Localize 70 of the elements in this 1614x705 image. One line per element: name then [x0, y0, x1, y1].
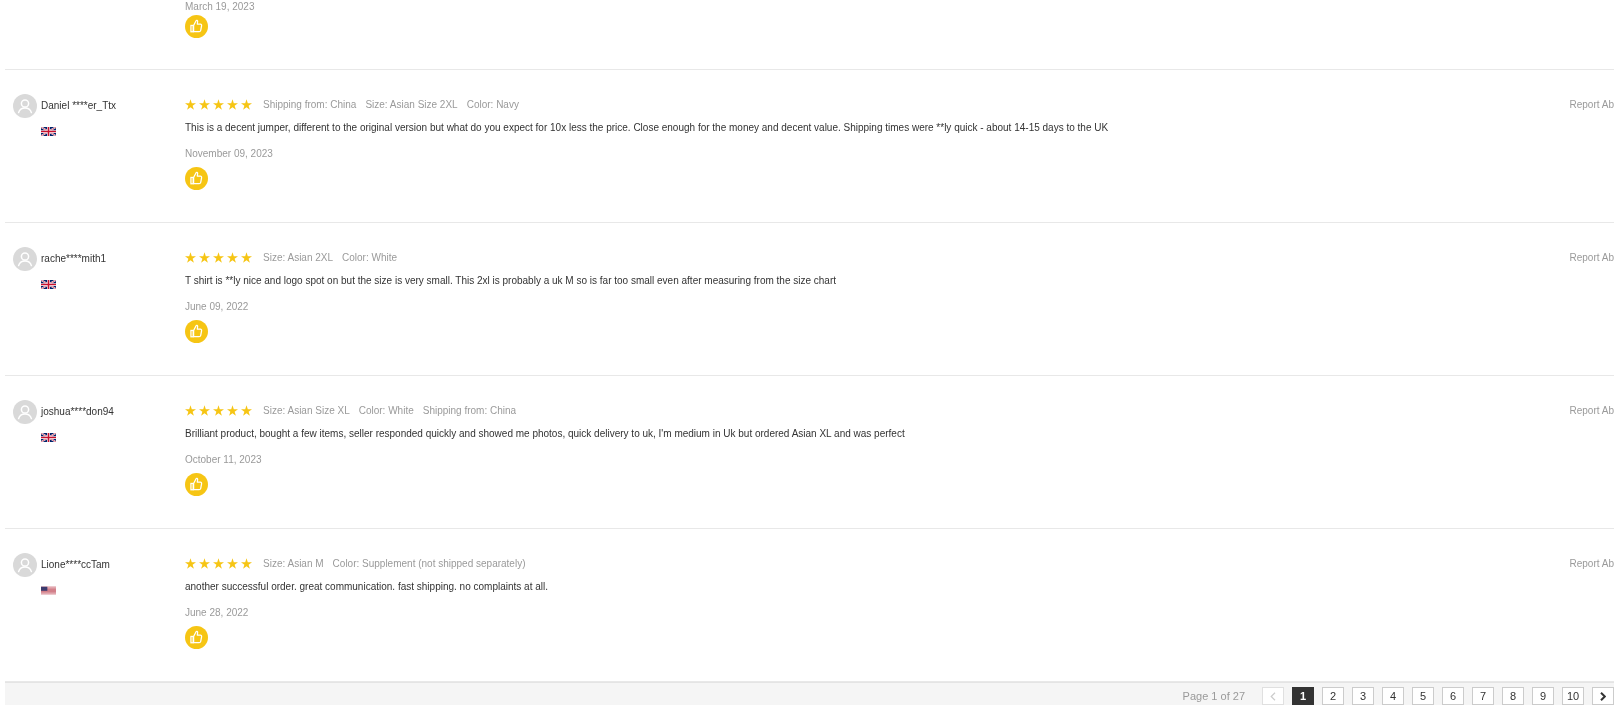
reviewer-name: rache****mith1: [41, 252, 107, 266]
review-date: October 11, 2023: [185, 453, 262, 467]
star-icon: [185, 557, 196, 569]
review-attribute: Size: Asian M: [263, 557, 324, 569]
uk-flag-icon: [41, 433, 56, 442]
page-button[interactable]: 5: [1412, 687, 1434, 705]
next-page-button[interactable]: [1592, 687, 1614, 705]
reviewer-name: Lione****ccTam: [41, 558, 110, 572]
reviewer-name: Daniel ****er_Ttx: [41, 99, 117, 113]
thumbs-up-icon[interactable]: [185, 167, 208, 190]
review-attribute: Color: Navy: [466, 98, 519, 110]
star-icon: [185, 98, 196, 110]
review-attribute: Color: Supplement (not shipped separately): [332, 557, 526, 569]
review-text: Brilliant product, bought a few items, seller responded quickly and showed me photos, quick delivery to uk, I'm medium in Uk but ordered Asian XL and was perfect: [185, 427, 905, 441]
thumbs-up-icon[interactable]: [185, 473, 208, 496]
review-attribute: Shipping from: China: [422, 404, 517, 416]
page-button[interactable]: 3: [1352, 687, 1374, 705]
review-date: June 09, 2022: [185, 300, 249, 314]
star-icon: [227, 404, 238, 416]
uk-flag-icon: [41, 127, 56, 136]
star-icon: [213, 251, 224, 263]
star-icon: [241, 404, 252, 416]
page-button[interactable]: 8: [1502, 687, 1524, 705]
review-text: another successful order. great communication. fast shipping. no complaints at all.: [185, 580, 548, 594]
page-button[interactable]: 2: [1322, 687, 1344, 705]
avatar-icon: [13, 247, 37, 271]
star-icon: [199, 404, 210, 416]
page-summary: Page 1 of 27: [1182, 689, 1245, 704]
review-attribute: Size: Asian 2XL: [263, 251, 334, 263]
page-button[interactable]: 1: [1292, 687, 1314, 705]
star-icon: [199, 251, 210, 263]
star-icon: [185, 251, 196, 263]
review-text: This is a decent jumper, different to the original version but what do you expect for 10x less the price. Close enough for the money and decent value. Shipping times were **ly quick - about 14-15 days to the UK: [185, 121, 1109, 135]
star-icon: [213, 404, 224, 416]
page-button[interactable]: 9: [1532, 687, 1554, 705]
chevron-left-icon: [1270, 691, 1276, 701]
page-button[interactable]: 10: [1562, 687, 1584, 705]
review-text: T shirt is **ly nice and logo spot on but the size is very small. This 2xl is probably a uk M so is far too small even after measuring from the size chart: [185, 274, 837, 288]
page-button[interactable]: 6: [1442, 687, 1464, 705]
thumbs-up-icon[interactable]: [185, 626, 208, 649]
star-icon: [213, 557, 224, 569]
page-button[interactable]: 7: [1472, 687, 1494, 705]
star-icon: [213, 98, 224, 110]
star-icon: [241, 251, 252, 263]
star-icon: [241, 557, 252, 569]
avatar-icon: [13, 400, 37, 424]
chevron-right-icon: [1600, 691, 1606, 701]
star-icon: [227, 557, 238, 569]
star-icon: [199, 557, 210, 569]
thumbs-up-icon[interactable]: [185, 320, 208, 343]
review-attribute: Color: White: [358, 404, 414, 416]
star-icon: [199, 98, 210, 110]
review-attribute: Shipping from: China: [263, 98, 357, 110]
review-attribute: Color: White: [342, 251, 398, 263]
review-date: March 19, 2023: [185, 0, 255, 14]
star-icon: [185, 404, 196, 416]
star-icon: [227, 98, 238, 110]
us-flag-icon: [41, 586, 56, 595]
review-date: June 28, 2022: [185, 606, 249, 620]
star-icon: [241, 98, 252, 110]
avatar-icon: [13, 94, 37, 118]
star-icon: [227, 251, 238, 263]
page-button[interactable]: 4: [1382, 687, 1404, 705]
uk-flag-icon: [41, 280, 56, 289]
review-attribute: Size: Asian Size 2XL: [365, 98, 458, 110]
review-attribute: Size: Asian Size XL: [263, 404, 350, 416]
thumbs-up-icon[interactable]: [185, 15, 208, 38]
reviewer-name: joshua****don94: [41, 405, 114, 419]
avatar-icon: [13, 553, 37, 577]
review-date: November 09, 2023: [185, 147, 273, 161]
